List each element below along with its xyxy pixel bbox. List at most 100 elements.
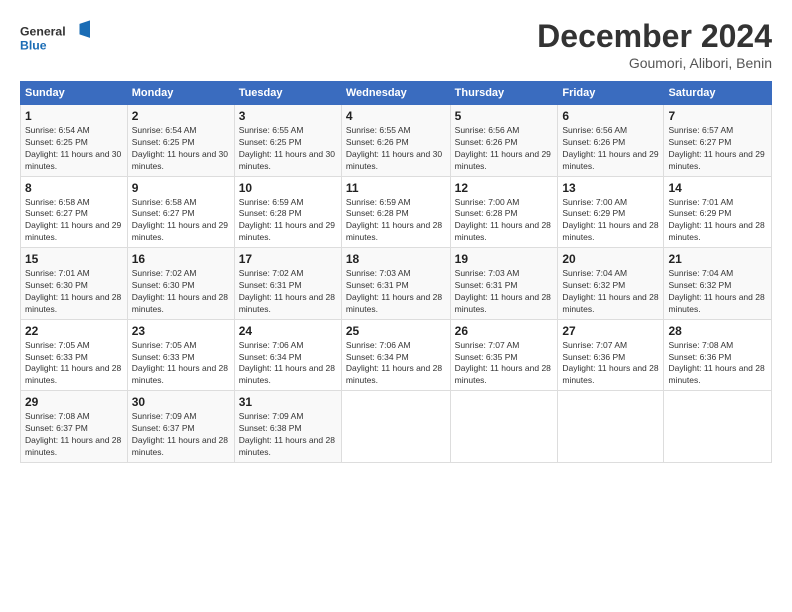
day-number: 6 (562, 109, 659, 123)
cell-info: Sunrise: 7:05 AMSunset: 6:33 PMDaylight:… (132, 340, 228, 386)
day-number: 24 (239, 324, 337, 338)
day-number: 5 (455, 109, 554, 123)
cell-info: Sunrise: 7:06 AMSunset: 6:34 PMDaylight:… (346, 340, 442, 386)
calendar-cell: 27 Sunrise: 7:07 AMSunset: 6:36 PMDaylig… (558, 319, 664, 391)
day-number: 11 (346, 181, 446, 195)
cell-info: Sunrise: 6:56 AMSunset: 6:26 PMDaylight:… (455, 125, 551, 171)
calendar-cell: 7 Sunrise: 6:57 AMSunset: 6:27 PMDayligh… (664, 105, 772, 177)
calendar-cell: 31 Sunrise: 7:09 AMSunset: 6:38 PMDaylig… (234, 391, 341, 463)
day-number: 23 (132, 324, 230, 338)
cell-info: Sunrise: 7:06 AMSunset: 6:34 PMDaylight:… (239, 340, 335, 386)
day-number: 29 (25, 395, 123, 409)
weekday-header-thursday: Thursday (450, 82, 558, 105)
cell-info: Sunrise: 6:55 AMSunset: 6:26 PMDaylight:… (346, 125, 442, 171)
day-number: 20 (562, 252, 659, 266)
page: General Blue December 2024 Goumori, Alib… (0, 0, 792, 612)
day-number: 10 (239, 181, 337, 195)
weekday-header-monday: Monday (127, 82, 234, 105)
calendar-cell: 17 Sunrise: 7:02 AMSunset: 6:31 PMDaylig… (234, 248, 341, 320)
day-number: 16 (132, 252, 230, 266)
svg-text:Blue: Blue (20, 38, 47, 52)
day-number: 15 (25, 252, 123, 266)
calendar-cell: 6 Sunrise: 6:56 AMSunset: 6:26 PMDayligh… (558, 105, 664, 177)
calendar-cell: 29 Sunrise: 7:08 AMSunset: 6:37 PMDaylig… (21, 391, 128, 463)
title-location: Goumori, Alibori, Benin (537, 55, 772, 71)
day-number: 27 (562, 324, 659, 338)
cell-info: Sunrise: 7:09 AMSunset: 6:38 PMDaylight:… (239, 411, 335, 457)
calendar-cell: 9 Sunrise: 6:58 AMSunset: 6:27 PMDayligh… (127, 176, 234, 248)
calendar-cell: 14 Sunrise: 7:01 AMSunset: 6:29 PMDaylig… (664, 176, 772, 248)
calendar-cell: 18 Sunrise: 7:03 AMSunset: 6:31 PMDaylig… (341, 248, 450, 320)
title-block: December 2024 Goumori, Alibori, Benin (537, 18, 772, 71)
calendar-cell: 24 Sunrise: 7:06 AMSunset: 6:34 PMDaylig… (234, 319, 341, 391)
day-number: 22 (25, 324, 123, 338)
cell-info: Sunrise: 7:00 AMSunset: 6:28 PMDaylight:… (455, 197, 551, 243)
header: General Blue December 2024 Goumori, Alib… (20, 18, 772, 71)
cell-info: Sunrise: 7:01 AMSunset: 6:30 PMDaylight:… (25, 268, 121, 314)
day-number: 14 (668, 181, 767, 195)
cell-info: Sunrise: 7:08 AMSunset: 6:36 PMDaylight:… (668, 340, 764, 386)
cell-info: Sunrise: 6:58 AMSunset: 6:27 PMDaylight:… (25, 197, 121, 243)
cell-info: Sunrise: 7:05 AMSunset: 6:33 PMDaylight:… (25, 340, 121, 386)
cell-info: Sunrise: 7:00 AMSunset: 6:29 PMDaylight:… (562, 197, 658, 243)
weekday-header-saturday: Saturday (664, 82, 772, 105)
day-number: 31 (239, 395, 337, 409)
cell-info: Sunrise: 7:08 AMSunset: 6:37 PMDaylight:… (25, 411, 121, 457)
calendar-cell (558, 391, 664, 463)
calendar-cell: 2 Sunrise: 6:54 AMSunset: 6:25 PMDayligh… (127, 105, 234, 177)
cell-info: Sunrise: 6:59 AMSunset: 6:28 PMDaylight:… (346, 197, 442, 243)
cell-info: Sunrise: 6:54 AMSunset: 6:25 PMDaylight:… (25, 125, 121, 171)
calendar-cell (450, 391, 558, 463)
calendar-cell: 22 Sunrise: 7:05 AMSunset: 6:33 PMDaylig… (21, 319, 128, 391)
logo-svg: General Blue (20, 18, 90, 56)
day-number: 1 (25, 109, 123, 123)
cell-info: Sunrise: 7:02 AMSunset: 6:30 PMDaylight:… (132, 268, 228, 314)
calendar-cell: 15 Sunrise: 7:01 AMSunset: 6:30 PMDaylig… (21, 248, 128, 320)
calendar-cell: 30 Sunrise: 7:09 AMSunset: 6:37 PMDaylig… (127, 391, 234, 463)
cell-info: Sunrise: 7:02 AMSunset: 6:31 PMDaylight:… (239, 268, 335, 314)
day-number: 8 (25, 181, 123, 195)
weekday-header-sunday: Sunday (21, 82, 128, 105)
logo: General Blue (20, 18, 90, 56)
cell-info: Sunrise: 6:57 AMSunset: 6:27 PMDaylight:… (668, 125, 764, 171)
day-number: 9 (132, 181, 230, 195)
weekday-header-wednesday: Wednesday (341, 82, 450, 105)
calendar-cell (664, 391, 772, 463)
day-number: 3 (239, 109, 337, 123)
day-number: 12 (455, 181, 554, 195)
day-number: 7 (668, 109, 767, 123)
calendar-table: SundayMondayTuesdayWednesdayThursdayFrid… (20, 81, 772, 463)
calendar-cell: 3 Sunrise: 6:55 AMSunset: 6:25 PMDayligh… (234, 105, 341, 177)
calendar-cell: 21 Sunrise: 7:04 AMSunset: 6:32 PMDaylig… (664, 248, 772, 320)
calendar-cell: 13 Sunrise: 7:00 AMSunset: 6:29 PMDaylig… (558, 176, 664, 248)
calendar-cell: 25 Sunrise: 7:06 AMSunset: 6:34 PMDaylig… (341, 319, 450, 391)
calendar-cell: 19 Sunrise: 7:03 AMSunset: 6:31 PMDaylig… (450, 248, 558, 320)
calendar-cell: 23 Sunrise: 7:05 AMSunset: 6:33 PMDaylig… (127, 319, 234, 391)
svg-text:General: General (20, 24, 66, 38)
cell-info: Sunrise: 7:01 AMSunset: 6:29 PMDaylight:… (668, 197, 764, 243)
day-number: 21 (668, 252, 767, 266)
cell-info: Sunrise: 6:55 AMSunset: 6:25 PMDaylight:… (239, 125, 335, 171)
cell-info: Sunrise: 6:58 AMSunset: 6:27 PMDaylight:… (132, 197, 228, 243)
cell-info: Sunrise: 7:04 AMSunset: 6:32 PMDaylight:… (562, 268, 658, 314)
day-number: 4 (346, 109, 446, 123)
title-month: December 2024 (537, 18, 772, 55)
cell-info: Sunrise: 7:09 AMSunset: 6:37 PMDaylight:… (132, 411, 228, 457)
day-number: 30 (132, 395, 230, 409)
cell-info: Sunrise: 7:07 AMSunset: 6:36 PMDaylight:… (562, 340, 658, 386)
day-number: 17 (239, 252, 337, 266)
calendar-cell: 8 Sunrise: 6:58 AMSunset: 6:27 PMDayligh… (21, 176, 128, 248)
day-number: 28 (668, 324, 767, 338)
cell-info: Sunrise: 7:04 AMSunset: 6:32 PMDaylight:… (668, 268, 764, 314)
calendar-cell: 10 Sunrise: 6:59 AMSunset: 6:28 PMDaylig… (234, 176, 341, 248)
calendar-cell: 12 Sunrise: 7:00 AMSunset: 6:28 PMDaylig… (450, 176, 558, 248)
day-number: 26 (455, 324, 554, 338)
cell-info: Sunrise: 6:54 AMSunset: 6:25 PMDaylight:… (132, 125, 228, 171)
day-number: 2 (132, 109, 230, 123)
calendar-cell: 5 Sunrise: 6:56 AMSunset: 6:26 PMDayligh… (450, 105, 558, 177)
cell-info: Sunrise: 7:07 AMSunset: 6:35 PMDaylight:… (455, 340, 551, 386)
calendar-cell: 11 Sunrise: 6:59 AMSunset: 6:28 PMDaylig… (341, 176, 450, 248)
day-number: 18 (346, 252, 446, 266)
calendar-cell: 16 Sunrise: 7:02 AMSunset: 6:30 PMDaylig… (127, 248, 234, 320)
day-number: 25 (346, 324, 446, 338)
